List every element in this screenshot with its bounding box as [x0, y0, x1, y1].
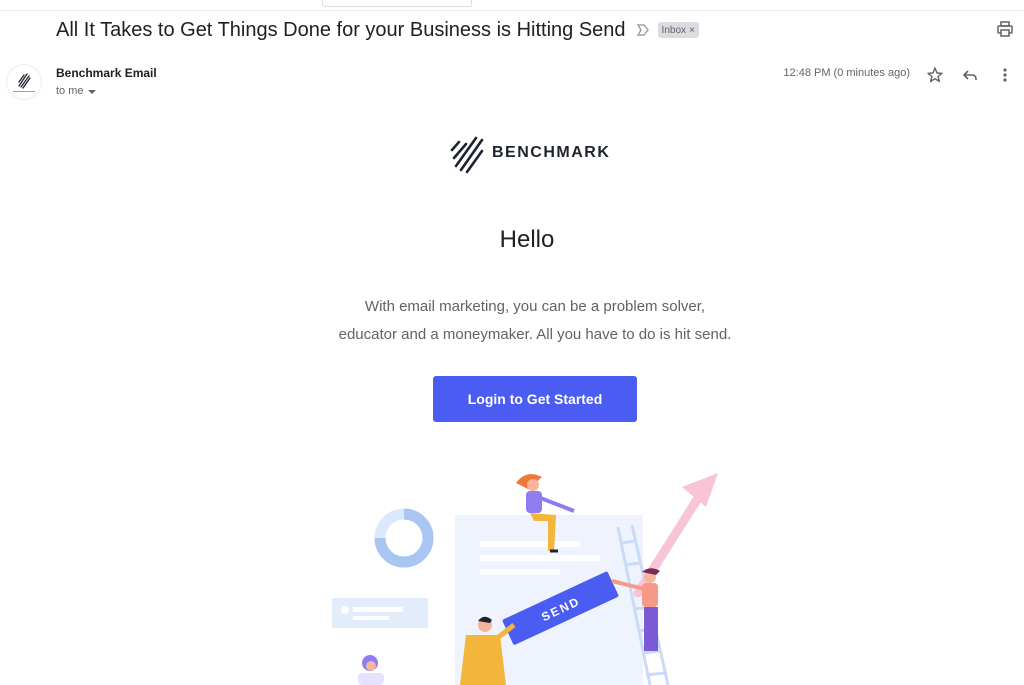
donut-chart-graphic [374, 508, 434, 568]
search-dropdown-edge [322, 0, 472, 7]
small-person-graphic [358, 655, 384, 685]
toolbar-edge [0, 0, 1024, 11]
send-illustration: SEND [332, 473, 718, 685]
email-subject: All It Takes to Get Things Done for your… [56, 18, 626, 41]
list-card-graphic [332, 598, 428, 628]
remove-label-icon[interactable]: × [689, 25, 695, 36]
print-icon[interactable] [996, 20, 1014, 38]
login-cta-button[interactable]: Login to Get Started [433, 376, 637, 422]
label-chip-text: Inbox [661, 24, 687, 36]
recipient-details-toggle[interactable]: to me [56, 85, 96, 97]
subject-row: All It Takes to Get Things Done for your… [56, 16, 699, 44]
inbox-label-chip[interactable]: Inbox × [657, 22, 699, 38]
greeting-heading: Hello [499, 226, 555, 253]
reply-icon[interactable] [961, 66, 979, 84]
email-timestamp: 12:48 PM (0 minutes ago) [783, 67, 910, 79]
body-text-line: educator and a moneymaker. All you have … [338, 326, 732, 343]
sender-name[interactable]: Benchmark Email [56, 66, 157, 80]
important-marker-icon[interactable] [636, 23, 650, 37]
chevron-down-icon [87, 89, 96, 94]
brand-logo[interactable]: BENCHMARK [450, 130, 610, 176]
benchmark-logo-mark-icon [450, 136, 484, 174]
body-text-line: With email marketing, you can be a probl… [364, 298, 706, 315]
star-icon[interactable] [926, 66, 944, 84]
sender-avatar[interactable] [6, 64, 42, 100]
more-vert-icon[interactable] [996, 66, 1014, 84]
brand-wordmark: BENCHMARK [492, 144, 611, 161]
recipient-text: to me [56, 85, 84, 97]
